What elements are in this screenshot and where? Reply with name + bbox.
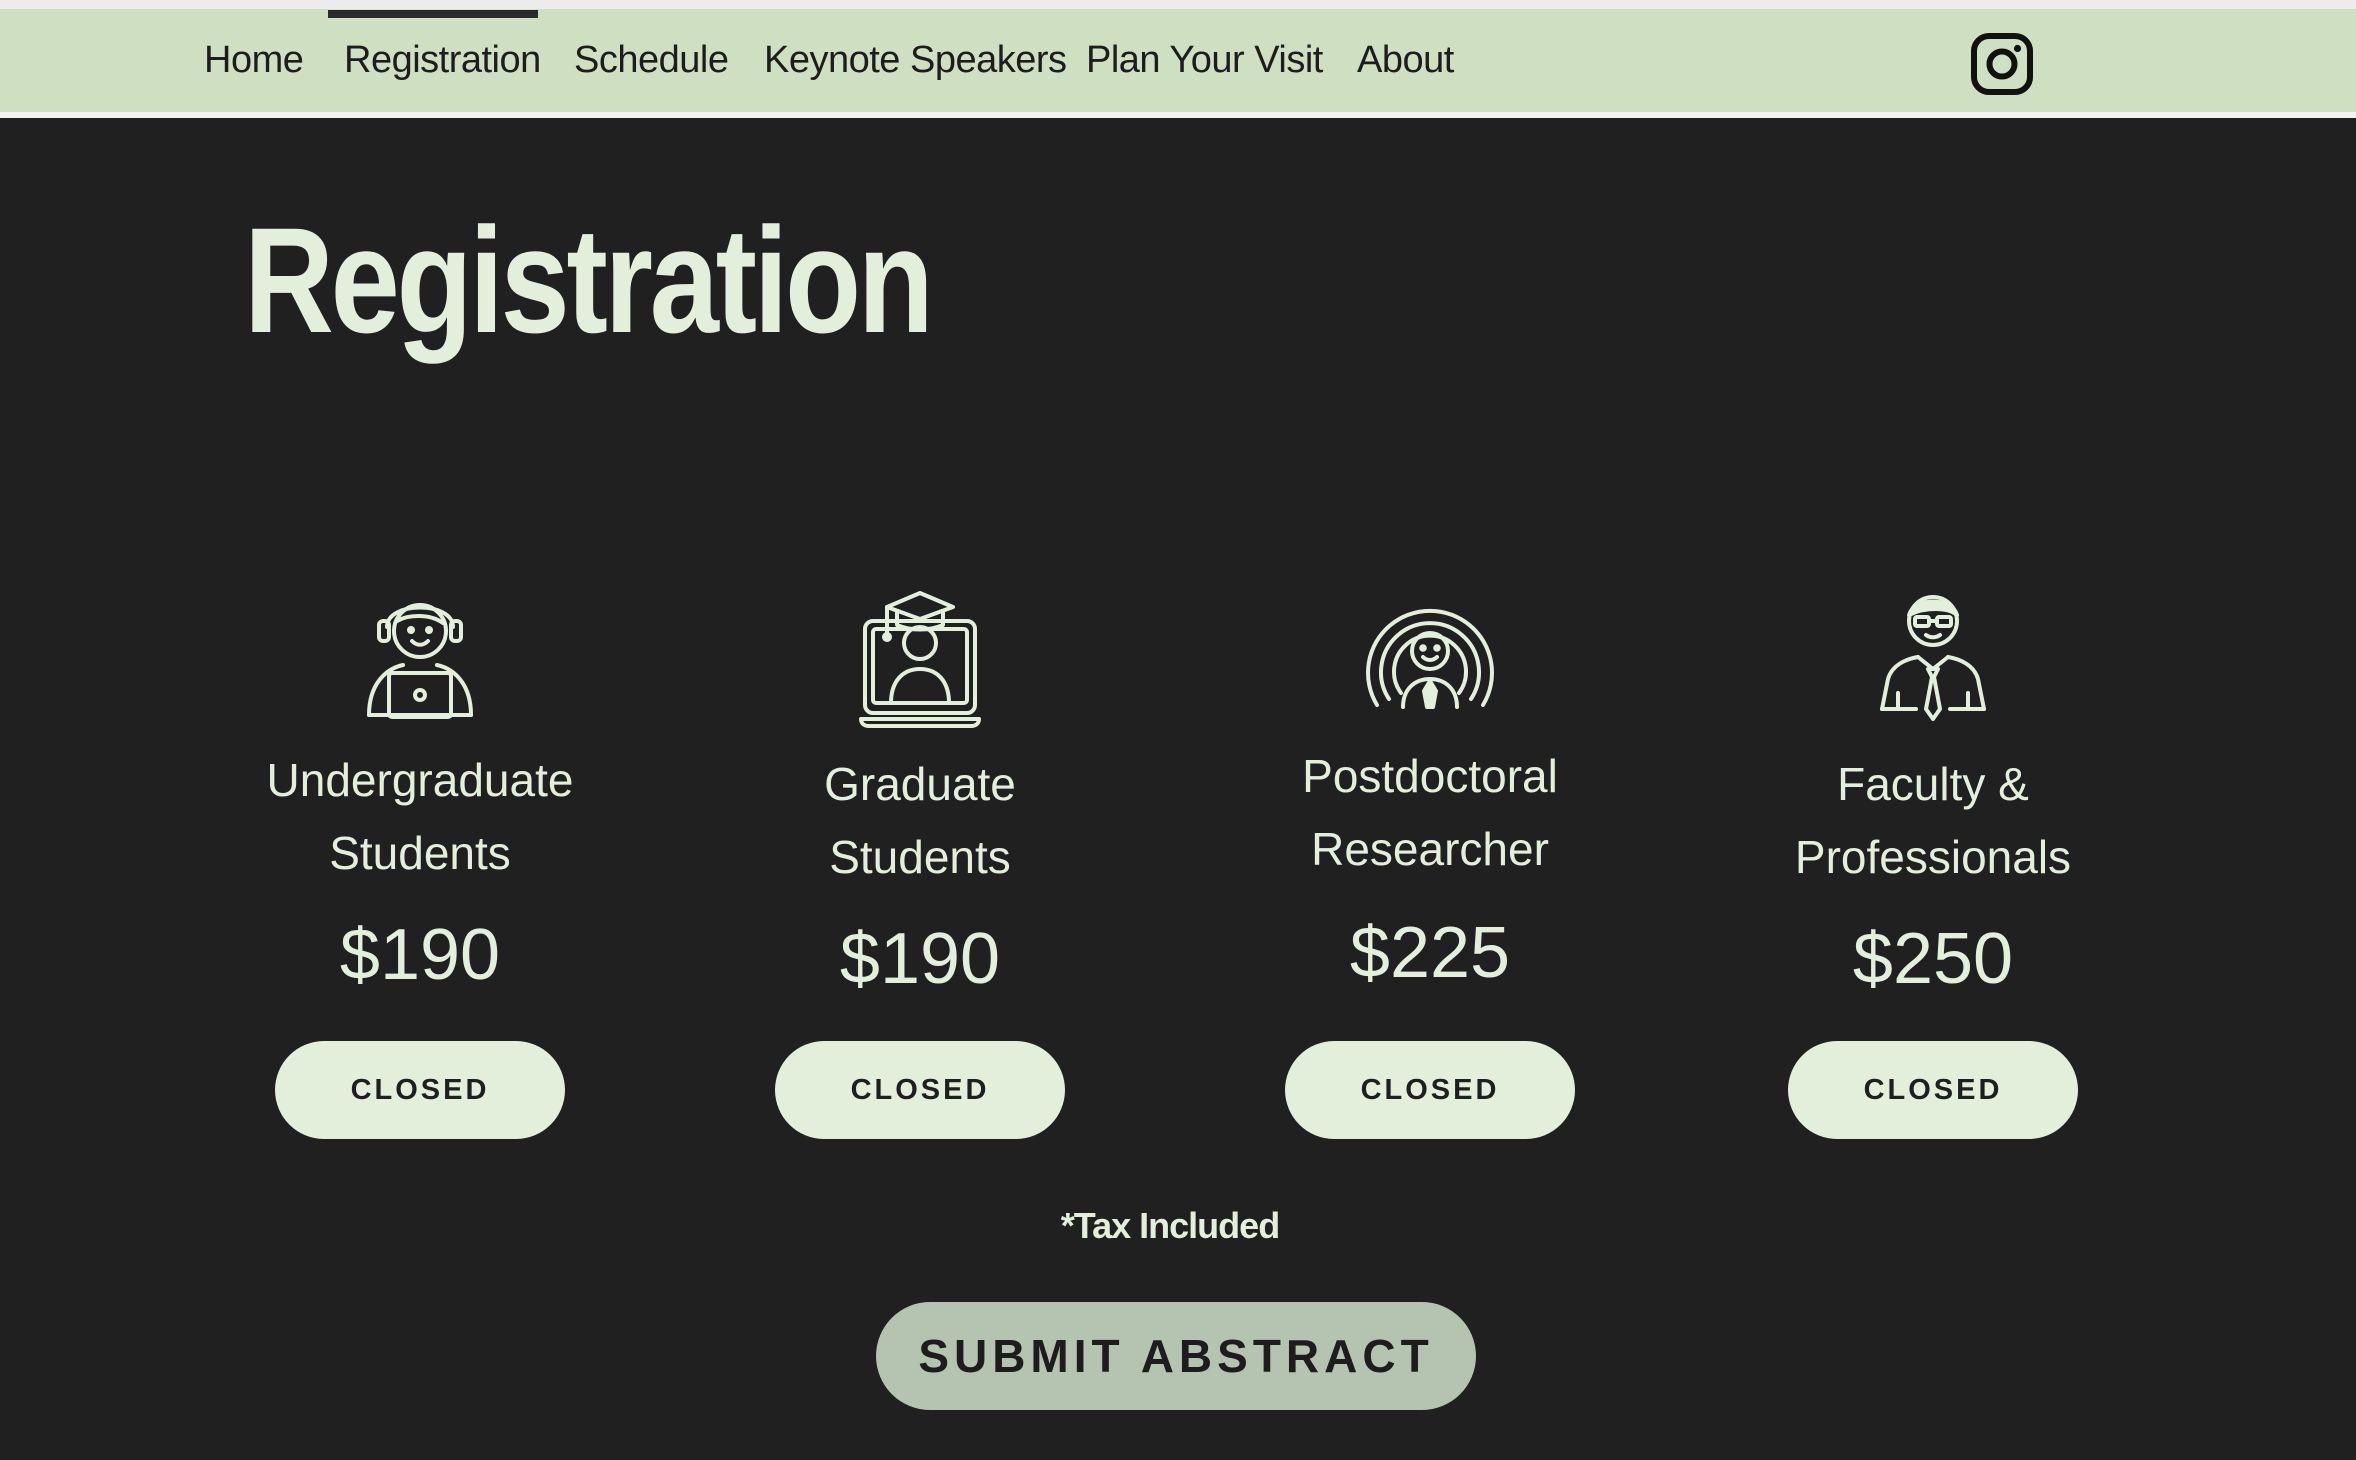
tier-label-line2: Students	[329, 827, 511, 879]
tier-price: $225	[1349, 913, 1511, 993]
tier-label-line1: Graduate	[824, 758, 1016, 810]
tier-price: $190	[339, 915, 501, 995]
researcher-radiating-icon	[1365, 585, 1495, 730]
tier-price: $190	[839, 919, 1001, 999]
tier-card-undergraduate: Undergraduate Students $190 CLOSED	[170, 0, 670, 1460]
closed-button[interactable]: CLOSED	[1788, 1041, 2078, 1139]
tax-note: *Tax Included	[1060, 1205, 1280, 1246]
student-with-laptop-icon	[355, 585, 485, 730]
tier-label-line1: Postdoctoral	[1302, 750, 1558, 802]
tier-label-line2: Researcher	[1311, 823, 1549, 875]
tier-label-line2: Students	[829, 831, 1011, 883]
tier-price: $250	[1852, 919, 2014, 999]
professional-with-tie-icon	[1868, 585, 1998, 730]
page: Home Registration Schedule Keynote Speak…	[0, 0, 2356, 1460]
tier-label-line1: Faculty &	[1837, 758, 2029, 810]
closed-button[interactable]: CLOSED	[775, 1041, 1065, 1139]
graduate-cap-screen-icon	[855, 585, 985, 730]
tier-label-line1: Undergraduate	[266, 754, 574, 806]
closed-button[interactable]: CLOSED	[275, 1041, 565, 1139]
tier-card-faculty: Faculty & Professionals $250 CLOSED	[1683, 0, 2183, 1460]
tier-label-line2: Professionals	[1794, 831, 2072, 883]
submit-abstract-button[interactable]: SUBMIT ABSTRACT	[876, 1302, 1476, 1410]
closed-button[interactable]: CLOSED	[1285, 1041, 1575, 1139]
